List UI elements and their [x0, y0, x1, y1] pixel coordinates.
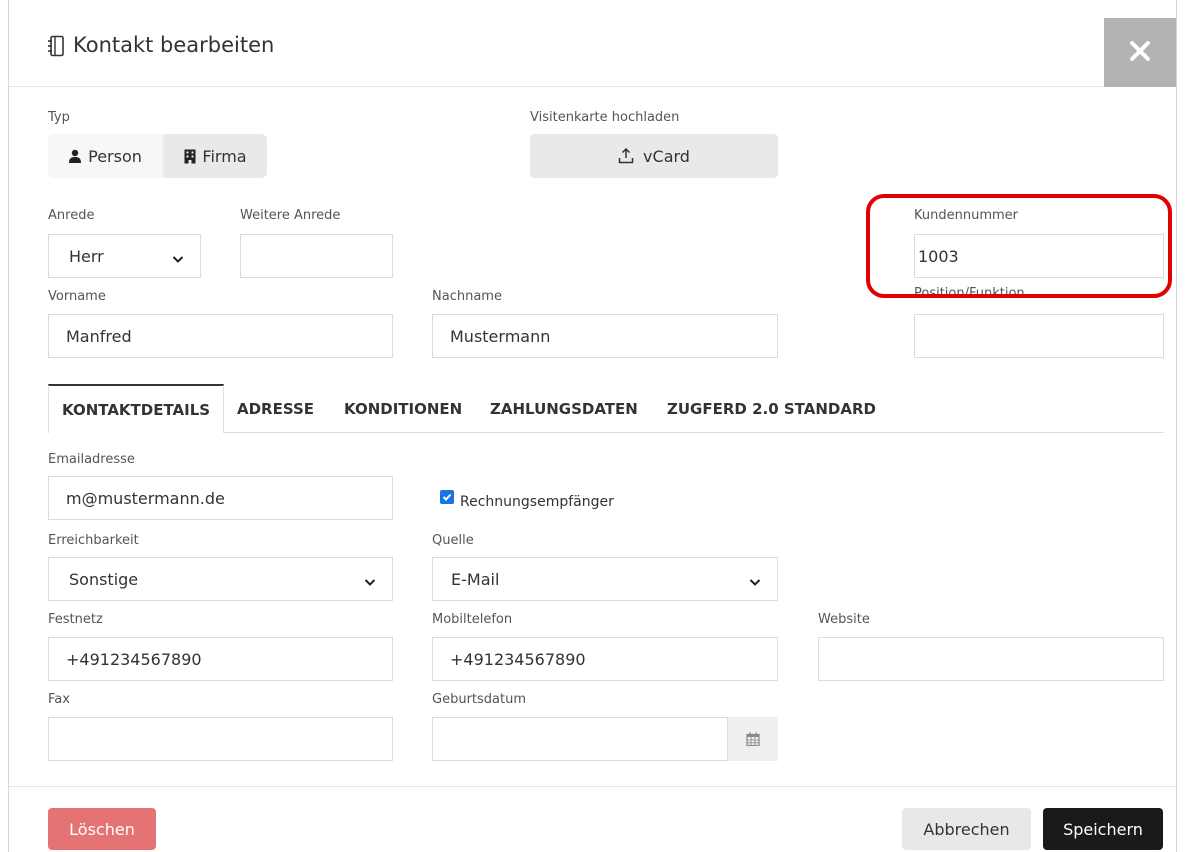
- person-icon: [68, 149, 82, 163]
- tab-konditionen[interactable]: KONDITIONEN: [344, 384, 462, 433]
- fax-input[interactable]: [48, 717, 393, 761]
- website-label: Website: [818, 612, 870, 627]
- typ-person-button[interactable]: Person: [48, 134, 162, 178]
- chevron-down-icon: [364, 573, 376, 586]
- nachname-value: Mustermann: [450, 326, 551, 346]
- date-picker-button[interactable]: [727, 717, 778, 761]
- mobiltelefon-input[interactable]: +491234567890: [432, 637, 778, 681]
- quelle-select[interactable]: E-Mail: [432, 557, 778, 601]
- typ-person-label: Person: [88, 146, 142, 166]
- vcard-label: Visitenkarte hochladen: [530, 110, 680, 125]
- email-value: m@mustermann.de: [66, 488, 225, 508]
- festnetz-input[interactable]: +491234567890: [48, 637, 393, 681]
- modal-title: Kontakt bearbeiten: [73, 33, 275, 57]
- rechnungsempfaenger-checkbox[interactable]: [440, 490, 454, 504]
- close-button[interactable]: [1104, 18, 1176, 87]
- save-button[interactable]: Speichern: [1043, 808, 1163, 850]
- weitere-anrede-input[interactable]: [240, 234, 393, 278]
- tab-zahlungsdaten[interactable]: ZAHLUNGSDATEN: [490, 384, 638, 433]
- tab-label: ADRESSE: [237, 399, 315, 418]
- kundennummer-input[interactable]: 1003: [914, 234, 1164, 278]
- tab-label: KONDITIONEN: [344, 399, 463, 418]
- anrede-value: Herr: [69, 246, 104, 266]
- weitere-anrede-label: Weitere Anrede: [240, 208, 341, 223]
- position-label: Position/Funktion: [914, 286, 1025, 301]
- erreichbarkeit-label: Erreichbarkeit: [48, 533, 139, 548]
- modal-left-border: [8, 0, 9, 852]
- festnetz-value: +491234567890: [66, 649, 202, 669]
- chevron-down-icon: [172, 250, 184, 263]
- typ-toggle-group: Person Firma: [48, 134, 267, 178]
- delete-button[interactable]: Löschen: [48, 808, 156, 850]
- vorname-value: Manfred: [66, 326, 132, 346]
- erreichbarkeit-value: Sonstige: [69, 569, 139, 589]
- modal-header: Kontakt bearbeiten: [9, 0, 1176, 87]
- building-icon: [184, 149, 196, 164]
- upload-icon: [618, 148, 634, 164]
- kundennummer-label: Kundennummer: [914, 208, 1018, 223]
- vcard-button-label: vCard: [643, 146, 690, 166]
- tab-label: ZUGFERD 2.0 STANDARD: [667, 399, 876, 418]
- typ-label: Typ: [48, 110, 70, 125]
- email-label: Emailadresse: [48, 452, 135, 467]
- chevron-down-icon: [749, 573, 761, 586]
- tab-zugferd[interactable]: ZUGFERD 2.0 STANDARD: [667, 384, 876, 433]
- fax-label: Fax: [48, 692, 70, 707]
- website-input[interactable]: [818, 637, 1164, 681]
- quelle-value: E-Mail: [451, 569, 500, 589]
- erreichbarkeit-select[interactable]: Sonstige: [48, 557, 393, 601]
- vorname-label: Vorname: [48, 289, 106, 304]
- tab-label: ZAHLUNGSDATEN: [490, 399, 638, 418]
- email-input[interactable]: m@mustermann.de: [48, 476, 393, 520]
- modal-right-border: [1176, 0, 1177, 852]
- mobiltelefon-value: +491234567890: [450, 649, 586, 669]
- rechnungsempfaenger-label: Rechnungsempfänger: [460, 494, 614, 510]
- close-icon: [1129, 40, 1151, 66]
- kundennummer-value: 1003: [918, 246, 959, 266]
- tab-adresse[interactable]: ADRESSE: [237, 384, 314, 433]
- typ-firma-button[interactable]: Firma: [164, 134, 267, 178]
- vorname-input[interactable]: Manfred: [48, 314, 393, 358]
- tab-label: KONTAKTDETAILS: [62, 400, 211, 419]
- geburtsdatum-label: Geburtsdatum: [432, 692, 526, 707]
- typ-firma-label: Firma: [202, 146, 247, 166]
- contact-book-icon: [47, 35, 65, 57]
- nachname-label: Nachname: [432, 289, 502, 304]
- checkmark-icon: [442, 492, 452, 502]
- nachname-input[interactable]: Mustermann: [432, 314, 778, 358]
- festnetz-label: Festnetz: [48, 612, 103, 627]
- anrede-select[interactable]: Herr: [48, 234, 201, 278]
- mobiltelefon-label: Mobiltelefon: [432, 612, 513, 627]
- tab-kontaktdetails[interactable]: KONTAKTDETAILS: [48, 384, 225, 433]
- vcard-upload-button[interactable]: vCard: [530, 134, 778, 178]
- footer-divider: [9, 786, 1176, 787]
- anrede-label: Anrede: [48, 208, 95, 223]
- cancel-button[interactable]: Abbrechen: [902, 808, 1031, 850]
- calendar-icon: [746, 732, 760, 746]
- quelle-label: Quelle: [432, 533, 474, 548]
- position-input[interactable]: [914, 314, 1164, 358]
